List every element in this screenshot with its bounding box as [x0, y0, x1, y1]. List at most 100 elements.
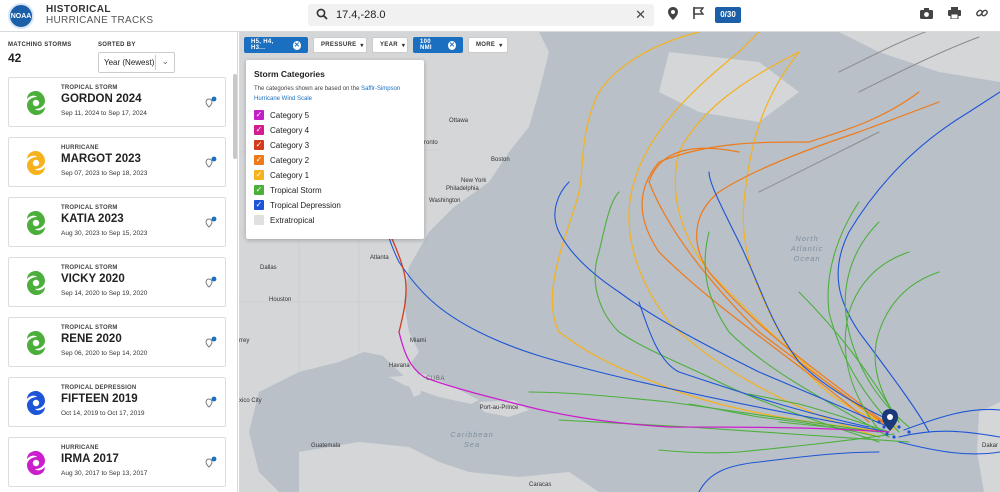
location-search: ✕ — [308, 4, 654, 26]
category-2-checkbox[interactable]: ✓ Category 2 — [254, 154, 309, 166]
city-label: Boston — [491, 157, 510, 163]
tropical-storm-icon — [27, 91, 45, 115]
chip-label: 100 NMI — [420, 39, 432, 51]
camera-icon[interactable] — [918, 7, 934, 23]
storm-type: TROPICAL STORM — [61, 205, 118, 211]
storm-dates: Sep 11, 2024 to Sep 17, 2024 — [61, 110, 147, 117]
checkbox-checked[interactable]: ✓ — [254, 140, 264, 150]
category-3-checkbox[interactable]: ✓ Category 3 — [254, 139, 309, 151]
checkbox-checked[interactable]: ✓ — [254, 170, 264, 180]
distance-filter-chip[interactable]: 100 NMI ✕ — [413, 37, 463, 53]
city-label: Port-au-Prince — [479, 405, 519, 411]
search-input[interactable] — [336, 9, 626, 21]
map-pin-icon[interactable] — [665, 7, 681, 23]
app-title-line2: HURRICANE TRACKS — [46, 15, 154, 26]
category-label: Category 5 — [270, 110, 310, 120]
storm-type: HURRICANE — [61, 145, 99, 151]
close-icon[interactable]: ✕ — [292, 40, 301, 50]
storm-type: TROPICAL STORM — [61, 325, 118, 331]
storm-dates: Sep 07, 2023 to Sep 18, 2023 — [61, 170, 148, 177]
app-header: NOAA HISTORICAL HURRICANE TRACKS ✕ 0/30 — [0, 0, 1000, 32]
storm-card[interactable]: HURRICANE IRMA 2017 Aug 30, 2017 to Sep … — [8, 437, 226, 487]
share-link-icon[interactable] — [974, 7, 990, 23]
app-title-line1: HISTORICAL — [46, 4, 111, 15]
storm-track — [698, 451, 880, 492]
checkbox-checked[interactable]: ✓ — [254, 155, 264, 165]
city-label: Dakar — [982, 443, 999, 449]
storm-card[interactable]: TROPICAL STORM KATIA 2023 Aug 30, 2023 t… — [8, 197, 226, 247]
city-label: Atlanta — [370, 255, 389, 261]
category-filter-chip[interactable]: H5, H4, H3... ✕ — [244, 37, 308, 53]
category-4-checkbox[interactable]: ✓ Category 4 — [254, 124, 309, 136]
close-icon[interactable]: ✕ — [448, 40, 456, 50]
locate-storm-icon[interactable] — [205, 96, 217, 108]
category-1-checkbox[interactable]: ✓ Category 1 — [254, 169, 309, 181]
noaa-logo[interactable]: NOAA — [8, 3, 34, 29]
storm-name: RENE 2020 — [61, 333, 122, 345]
tropical-depression-checkbox[interactable]: ✓ Tropical Depression — [254, 199, 341, 211]
checkbox-unchecked[interactable] — [254, 215, 264, 225]
storm-categories-panel: Storm Categories The categories shown ar… — [246, 60, 424, 239]
clear-search-icon[interactable]: ✕ — [635, 7, 646, 23]
sort-select[interactable]: Year (Newest) ⌄ — [98, 52, 175, 73]
storm-card[interactable]: HURRICANE MARGOT 2023 Sep 07, 2023 to Se… — [8, 137, 226, 187]
storm-card[interactable]: TROPICAL STORM GORDON 2024 Sep 11, 2024 … — [8, 77, 226, 127]
city-label: Guatemala — [311, 443, 341, 449]
category-label: Extratropical — [270, 215, 315, 225]
storm-track — [554, 181, 890, 428]
storm-card[interactable]: TROPICAL DEPRESSION FIFTEEN 2019 Oct 14,… — [8, 377, 226, 427]
tropical-storm-icon — [27, 271, 45, 295]
category-5-checkbox[interactable]: ✓ Category 5 — [254, 109, 309, 121]
chevron-down-icon: ▾ — [401, 42, 406, 49]
city-label: Houston — [269, 297, 292, 303]
storm-type: HURRICANE — [61, 445, 99, 451]
hurricane-icon — [27, 451, 45, 475]
locate-storm-icon[interactable] — [205, 456, 217, 468]
locate-storm-icon[interactable] — [205, 276, 217, 288]
city-label: Dallas — [260, 265, 277, 271]
year-filter-chip[interactable]: YEAR ▾ — [372, 37, 408, 53]
sidebar-scrollbar[interactable] — [233, 74, 237, 159]
chip-label: PRESSURE — [321, 42, 357, 48]
more-filters-chip[interactable]: MORE ▾ — [468, 37, 508, 53]
city-label: ronto — [424, 140, 438, 146]
flag-icon[interactable] — [690, 7, 706, 23]
checkbox-checked[interactable]: ✓ — [254, 185, 264, 195]
matching-storms-count: 42 — [8, 51, 22, 65]
panel-description-text: The categories shown are based on the — [254, 86, 360, 92]
hurricane-icon — [27, 151, 45, 175]
locate-storm-icon[interactable] — [205, 216, 217, 228]
storm-dates: Aug 30, 2023 to Sep 15, 2023 — [61, 230, 148, 237]
category-label: Category 4 — [270, 125, 310, 135]
locate-storm-icon[interactable] — [205, 336, 217, 348]
storm-dates: Aug 30, 2017 to Sep 13, 2017 — [61, 470, 148, 477]
storm-track — [837, 91, 1000, 433]
city-label: Caracas — [529, 482, 552, 488]
storm-type: TROPICAL STORM — [61, 85, 118, 91]
country-label: CUBA — [426, 376, 446, 382]
storm-track — [638, 301, 870, 428]
selection-counter[interactable]: 0/30 — [715, 7, 741, 23]
panel-title: Storm Categories — [254, 69, 325, 79]
hurricane-map[interactable]: Ottawa ronto Boston New York Philadelphi… — [239, 32, 1000, 492]
print-icon[interactable] — [946, 7, 962, 23]
locate-storm-icon[interactable] — [205, 156, 217, 168]
panel-description: The categories shown are based on the Sa… — [254, 84, 422, 104]
storm-card[interactable]: TROPICAL STORM VICKY 2020 Sep 14, 2020 t… — [8, 257, 226, 307]
storm-card[interactable]: TROPICAL STORM RENE 2020 Sep 06, 2020 to… — [8, 317, 226, 367]
app-title[interactable]: HISTORICAL HURRICANE TRACKS — [46, 4, 153, 26]
checkbox-checked[interactable]: ✓ — [254, 125, 264, 135]
chip-label: H5, H4, H3... — [251, 39, 274, 51]
sorted-by-label: SORTED BY — [98, 42, 136, 48]
tropical-depression-icon — [27, 391, 45, 415]
pressure-filter-chip[interactable]: PRESSURE ▾ — [313, 37, 367, 53]
tropical-storm-checkbox[interactable]: ✓ Tropical Storm — [254, 184, 322, 196]
matching-storms-label: MATCHING STORMS — [8, 42, 72, 48]
locate-storm-icon[interactable] — [205, 396, 217, 408]
category-label: Category 3 — [270, 140, 310, 150]
extratropical-checkbox[interactable]: Extratropical — [254, 214, 314, 226]
city-label: xico City — [239, 398, 262, 404]
checkbox-checked[interactable]: ✓ — [254, 200, 264, 210]
chip-label: MORE — [476, 42, 496, 48]
checkbox-checked[interactable]: ✓ — [254, 110, 264, 120]
